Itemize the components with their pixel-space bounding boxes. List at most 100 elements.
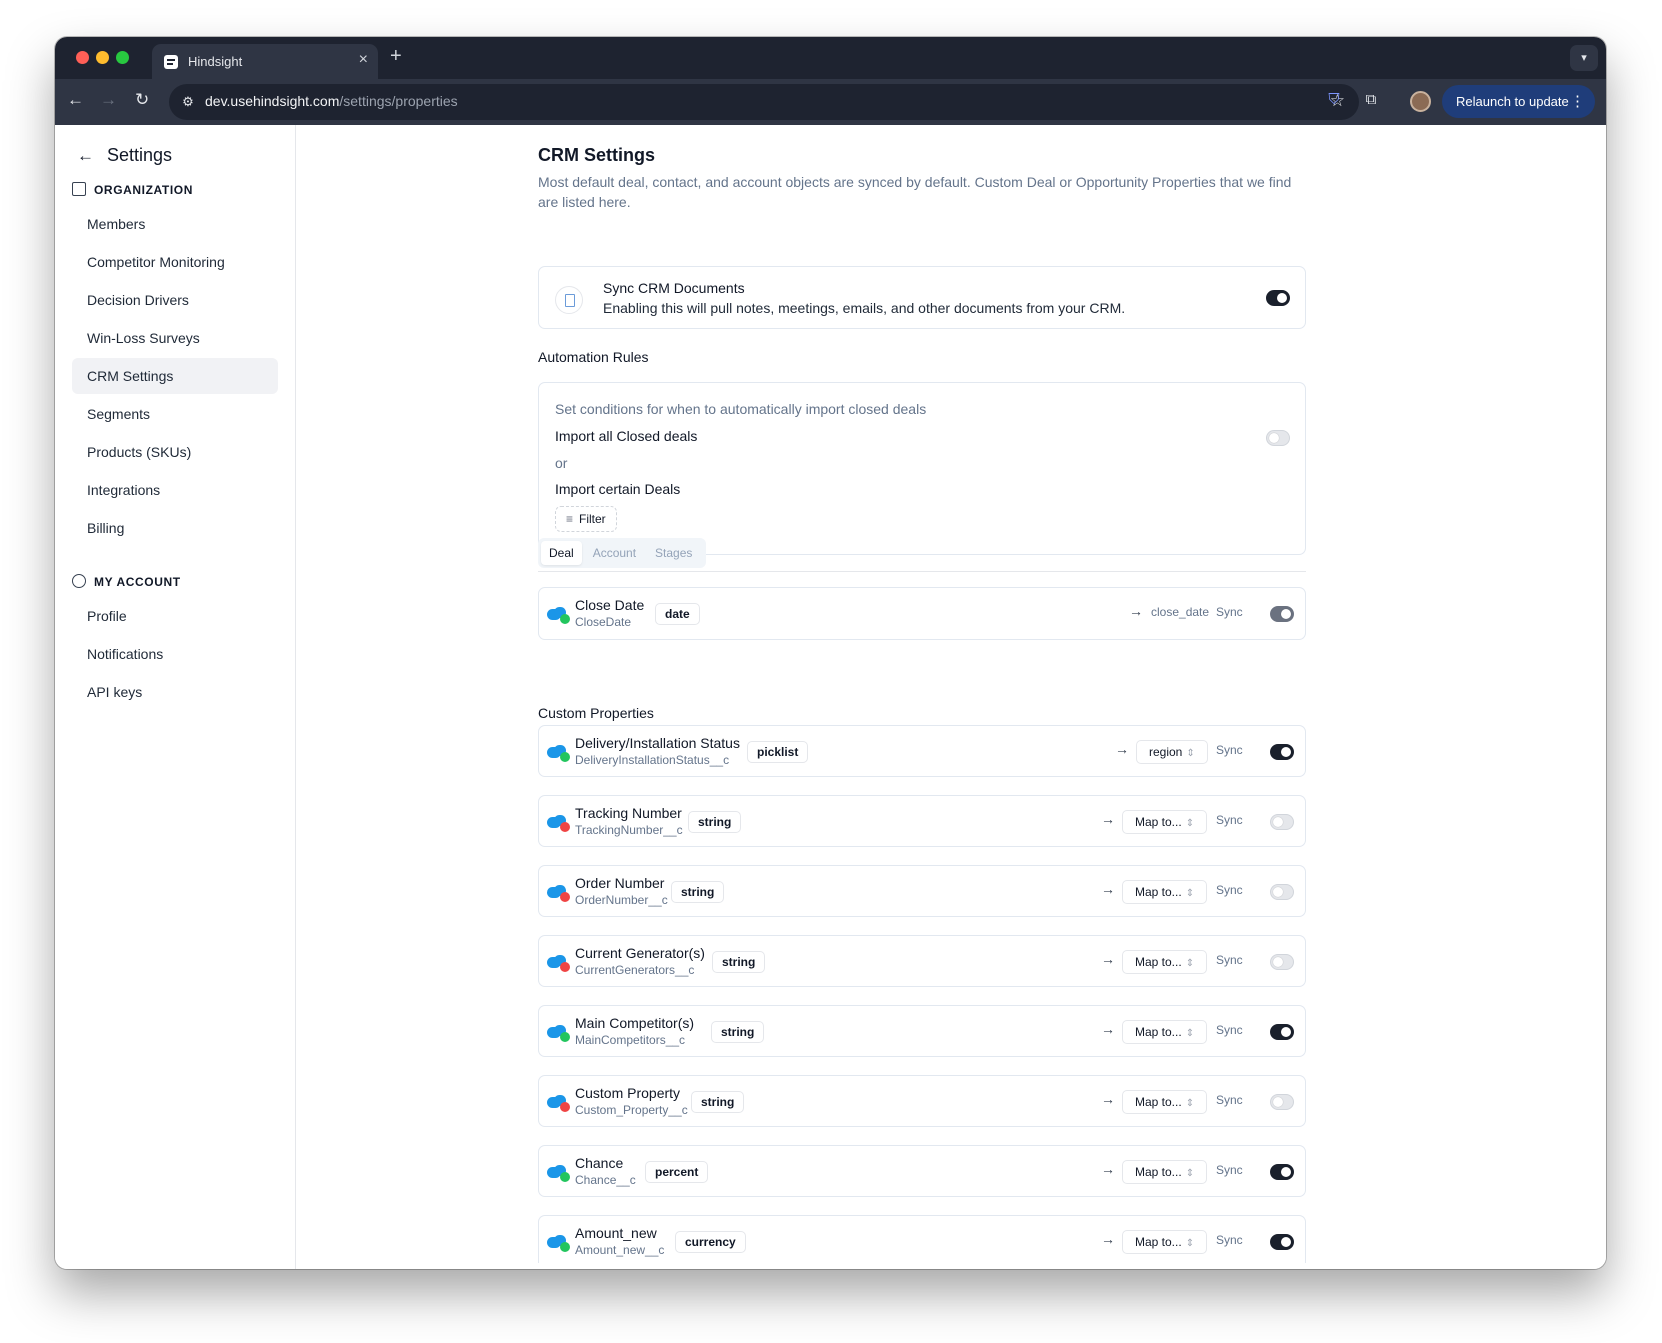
chevron-up-down-icon: ⇕ (1185, 888, 1195, 899)
salesforce-logo-icon (547, 607, 571, 624)
property-type-badge: currency (675, 1231, 746, 1253)
tab-title: Hindsight (188, 54, 243, 69)
chevron-up-down-icon: ⇕ (1185, 1098, 1195, 1109)
page-title: CRM Settings (538, 145, 655, 165)
sync-toggle[interactable] (1270, 1024, 1294, 1040)
sync-toggle[interactable] (1270, 606, 1294, 622)
sidebar-item-members[interactable]: Members (72, 206, 278, 242)
map-to-select[interactable]: Map to... ⇕ (1122, 1160, 1208, 1184)
property-name: Tracking Number (575, 805, 682, 821)
or-label: or (555, 455, 568, 471)
arrow-right-icon: → (1115, 741, 1129, 757)
property-row: Custom Property Custom_Property__c strin… (538, 1075, 1306, 1127)
property-name: Chance (575, 1155, 624, 1171)
tab-deal[interactable]: Deal (541, 541, 582, 565)
my-account-section-heading: MY ACCOUNT (72, 574, 181, 589)
map-to-select[interactable]: Map to... ⇕ (1122, 1020, 1208, 1044)
back-arrow-icon[interactable]: ← (67, 90, 84, 110)
import-all-toggle[interactable] (1266, 430, 1290, 446)
chevron-up-down-icon: ⇕ (1185, 818, 1195, 829)
property-type-badge: string (712, 951, 766, 973)
sidebar-item-api-keys[interactable]: API keys (72, 674, 278, 710)
sidebar-item-notifications[interactable]: Notifications (72, 636, 278, 672)
tab-strip: Hindsight × + ▾ (55, 37, 1606, 79)
automation-rules-card: Set conditions for when to automatically… (538, 382, 1306, 555)
sidebar-item-crm-settings[interactable]: CRM Settings (72, 358, 278, 394)
address-bar[interactable]: ⚙ dev.usehindsight.com/settings/properti… (169, 84, 1359, 120)
map-to-select[interactable]: region ⇕ (1136, 740, 1208, 764)
extensions-puzzle-icon[interactable]: ⧉ (1361, 91, 1381, 111)
sync-toggle[interactable] (1270, 884, 1294, 900)
sync-toggle[interactable] (1270, 744, 1294, 760)
automation-subtitle: Set conditions for when to automatically… (555, 401, 927, 417)
property-row: Delivery/Installation Status DeliveryIns… (538, 725, 1306, 777)
sync-label: Sync (1216, 953, 1243, 967)
map-to-select[interactable]: Map to... ⇕ (1122, 880, 1208, 904)
browser-tab[interactable]: Hindsight × (152, 44, 378, 79)
sync-label: Sync (1216, 1233, 1243, 1247)
arrow-right-icon: → (1101, 881, 1115, 897)
url-text[interactable]: dev.usehindsight.com/settings/properties (205, 93, 458, 109)
sidebar-item-products[interactable]: Products (SKUs) (72, 434, 278, 470)
property-api-name: TrackingNumber__c (575, 823, 683, 837)
custom-properties-heading: Custom Properties (538, 705, 654, 721)
property-row: Current Generator(s) CurrentGenerators__… (538, 935, 1306, 987)
profile-avatar[interactable] (1410, 91, 1431, 112)
map-to-select[interactable]: Map to... ⇕ (1122, 1230, 1208, 1254)
tab-search-chevron-icon[interactable]: ▾ (1570, 45, 1598, 71)
tab-stages[interactable]: Stages (647, 541, 700, 565)
sync-toggle[interactable] (1270, 1234, 1294, 1250)
sidebar-item-decision-drivers[interactable]: Decision Drivers (72, 282, 278, 318)
property-row: Amount_new Amount_new__c currency → Map … (538, 1215, 1306, 1263)
property-row: Chance Chance__c percent → Map to... ⇕ Sy… (538, 1145, 1306, 1197)
sidebar-item-competitor-monitoring[interactable]: Competitor Monitoring (72, 244, 278, 280)
close-window-button[interactable] (76, 51, 89, 64)
tab-account[interactable]: Account (585, 541, 644, 565)
tabs-divider (538, 571, 1306, 572)
more-vertical-icon[interactable]: ⋮ (1570, 92, 1585, 110)
property-type-badge: string (711, 1021, 765, 1043)
map-to-select[interactable]: Map to... ⇕ (1122, 950, 1208, 974)
chevron-up-down-icon: ⇕ (1185, 1238, 1195, 1249)
close-tab-icon[interactable]: × (359, 51, 368, 69)
sync-label: Sync (1216, 605, 1243, 619)
sidebar-item-integrations[interactable]: Integrations (72, 472, 278, 508)
sync-label: Sync (1216, 743, 1243, 757)
relaunch-button[interactable]: Relaunch to update ⋮ (1442, 85, 1595, 118)
property-api-name: CloseDate (575, 615, 632, 629)
reload-icon[interactable]: ↻ (135, 90, 149, 110)
filter-button[interactable]: ≡ Filter (555, 506, 617, 532)
site-settings-icon[interactable]: ⚙ (179, 93, 197, 111)
shield-extension-icon[interactable]: ⛉ (1324, 91, 1344, 111)
sync-label: Sync (1216, 1093, 1243, 1107)
property-api-name: Custom_Property__c (575, 1103, 688, 1117)
map-to-select[interactable]: Map to... ⇕ (1122, 1090, 1208, 1114)
property-type-badge: picklist (747, 741, 809, 763)
new-tab-icon[interactable]: + (390, 45, 402, 68)
property-type-badge: string (671, 881, 725, 903)
map-to-select[interactable]: Map to... ⇕ (1122, 810, 1208, 834)
property-type-badge: string (691, 1091, 745, 1113)
sync-toggle[interactable] (1270, 954, 1294, 970)
sidebar-item-segments[interactable]: Segments (72, 396, 278, 432)
import-certain-label: Import certain Deals (555, 481, 681, 497)
import-all-label: Import all Closed deals (555, 428, 698, 444)
property-name: Current Generator(s) (575, 945, 705, 961)
arrow-right-icon: → (1101, 1091, 1115, 1107)
sync-toggle[interactable] (1270, 814, 1294, 830)
sync-label: Sync (1216, 813, 1243, 827)
sidebar-item-profile[interactable]: Profile (72, 598, 278, 634)
forward-arrow-icon[interactable]: → (100, 90, 117, 110)
sync-documents-toggle[interactable] (1266, 290, 1290, 306)
back-arrow-icon[interactable]: ← (77, 146, 94, 166)
property-row: Order Number OrderNumber__c string → Map… (538, 865, 1306, 917)
browser-toolbar: ← → ↻ ⚙ dev.usehindsight.com/settings/pr… (55, 79, 1606, 125)
sidebar-item-billing[interactable]: Billing (72, 510, 278, 546)
chevron-up-down-icon: ⇕ (1185, 958, 1195, 969)
minimize-window-button[interactable] (96, 51, 109, 64)
zoom-window-button[interactable] (116, 51, 129, 64)
sidebar-item-win-loss-surveys[interactable]: Win-Loss Surveys (72, 320, 278, 356)
sync-toggle[interactable] (1270, 1164, 1294, 1180)
sync-toggle[interactable] (1270, 1094, 1294, 1110)
property-name: Amount_new (575, 1225, 657, 1241)
